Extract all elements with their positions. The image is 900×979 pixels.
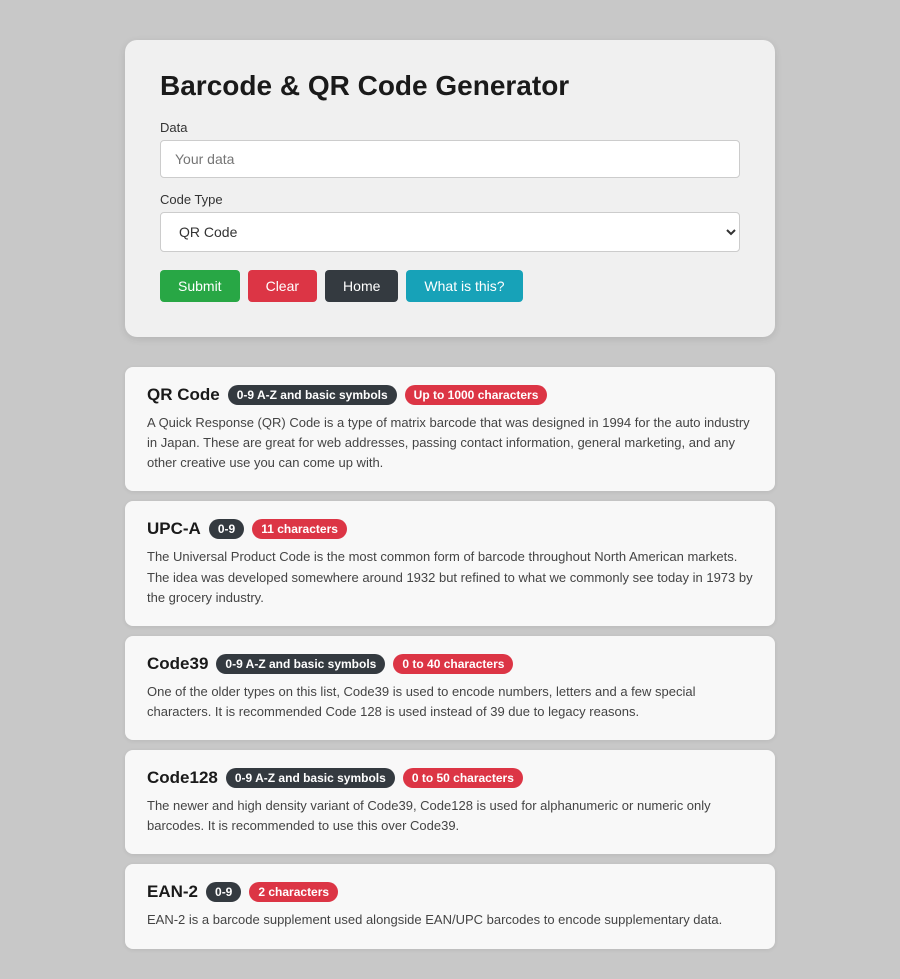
badge: 0-9 A-Z and basic symbols [228, 385, 397, 405]
info-card: UPC-A 0-9 11 characters The Universal Pro… [125, 501, 775, 625]
button-row: Submit Clear Home What is this? [160, 270, 740, 302]
info-card-name: QR Code [147, 385, 220, 405]
info-card-description: One of the older types on this list, Cod… [147, 682, 753, 722]
info-card-name: EAN-2 [147, 882, 198, 902]
badge: 0 to 40 characters [393, 654, 513, 674]
info-card-name: UPC-A [147, 519, 201, 539]
badge: 0-9 A-Z and basic symbols [216, 654, 385, 674]
info-card-header: EAN-2 0-9 2 characters [147, 882, 753, 902]
info-card-header: Code39 0-9 A-Z and basic symbols 0 to 40 … [147, 654, 753, 674]
info-section: QR Code 0-9 A-Z and basic symbols Up to 1… [125, 367, 775, 949]
info-card-description: A Quick Response (QR) Code is a type of … [147, 413, 753, 473]
home-button[interactable]: Home [325, 270, 398, 302]
form-card: Barcode & QR Code Generator Data Code Ty… [125, 40, 775, 337]
info-card-header: QR Code 0-9 A-Z and basic symbols Up to 1… [147, 385, 753, 405]
info-card: EAN-2 0-9 2 characters EAN-2 is a barcode… [125, 864, 775, 948]
code-type-select[interactable]: QR Code UPC-A Code39 Code128 EAN-2 [160, 212, 740, 252]
info-card-header: UPC-A 0-9 11 characters [147, 519, 753, 539]
badge: 0-9 A-Z and basic symbols [226, 768, 395, 788]
info-card: Code39 0-9 A-Z and basic symbols 0 to 40 … [125, 636, 775, 740]
page-title: Barcode & QR Code Generator [160, 70, 740, 102]
badge: 0-9 [206, 882, 241, 902]
info-card-name: Code39 [147, 654, 208, 674]
info-card-header: Code128 0-9 A-Z and basic symbols 0 to 50… [147, 768, 753, 788]
badge: Up to 1000 characters [405, 385, 548, 405]
info-card-description: The Universal Product Code is the most c… [147, 547, 753, 607]
badge: 11 characters [252, 519, 347, 539]
badge: 0-9 [209, 519, 244, 539]
data-input[interactable] [160, 140, 740, 178]
info-card-description: The newer and high density variant of Co… [147, 796, 753, 836]
code-type-label: Code Type [160, 192, 740, 207]
info-card-description: EAN-2 is a barcode supplement used along… [147, 910, 753, 930]
data-label: Data [160, 120, 740, 135]
info-card-name: Code128 [147, 768, 218, 788]
info-card: Code128 0-9 A-Z and basic symbols 0 to 50… [125, 750, 775, 854]
clear-button[interactable]: Clear [248, 270, 317, 302]
badge: 2 characters [249, 882, 338, 902]
what-is-this-button[interactable]: What is this? [406, 270, 522, 302]
submit-button[interactable]: Submit [160, 270, 240, 302]
info-card: QR Code 0-9 A-Z and basic symbols Up to 1… [125, 367, 775, 491]
badge: 0 to 50 characters [403, 768, 523, 788]
